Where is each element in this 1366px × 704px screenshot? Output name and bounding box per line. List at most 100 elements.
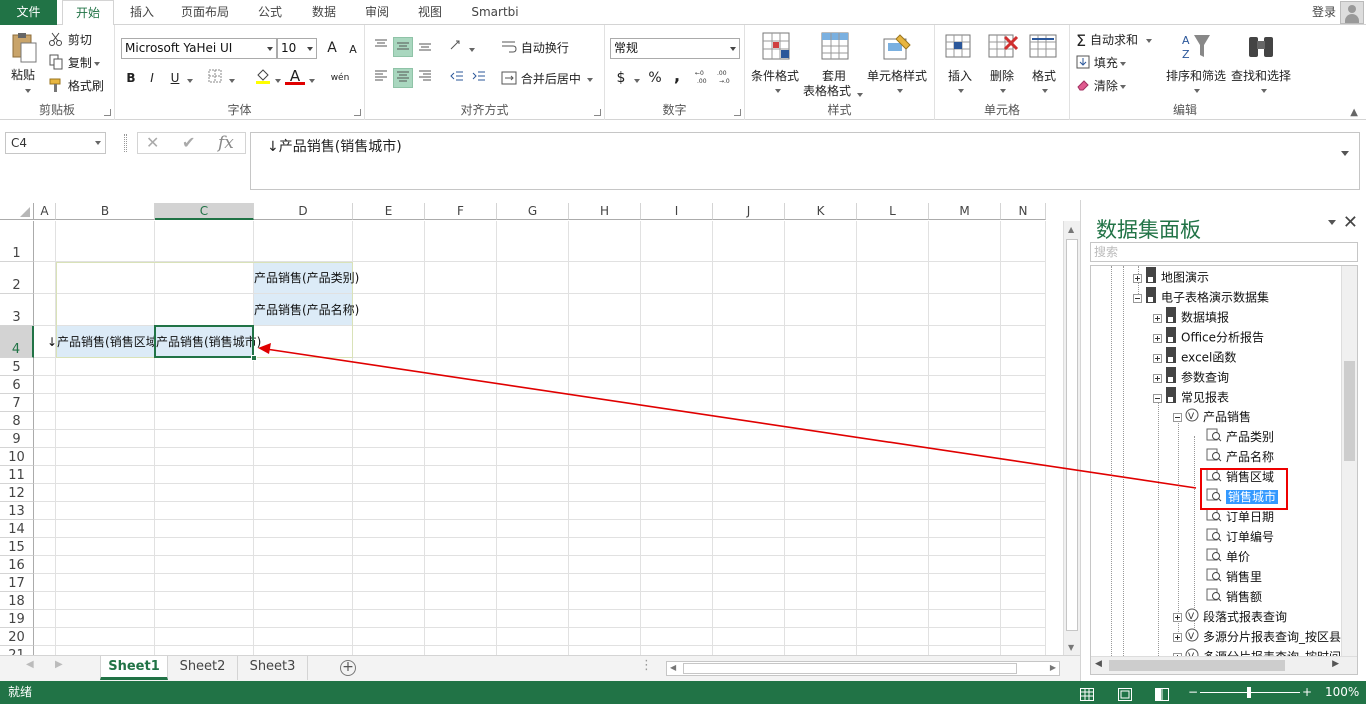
- row-header-10[interactable]: 10: [0, 448, 34, 466]
- tree-folder[interactable]: 参数查询: [1153, 367, 1229, 387]
- cell-styles-icon[interactable]: [882, 31, 914, 63]
- row-header-14[interactable]: 14: [0, 520, 34, 538]
- fill-color-button[interactable]: [253, 68, 273, 88]
- tab-file[interactable]: 文件: [0, 0, 57, 25]
- zoom-out-button[interactable]: −: [1188, 681, 1198, 704]
- column-header-f[interactable]: F: [425, 203, 497, 220]
- align-middle-button[interactable]: [393, 37, 413, 57]
- column-header-n[interactable]: N: [1001, 203, 1046, 220]
- cell-b4[interactable]: ↓产品销售(销售区域: [47, 334, 155, 350]
- tree-field[interactable]: 单价: [1206, 547, 1250, 567]
- tree-hscroll-thumb[interactable]: [1109, 660, 1285, 671]
- number-launcher[interactable]: [734, 109, 741, 116]
- row-header-12[interactable]: 12: [0, 484, 34, 502]
- login-link[interactable]: 登录: [1312, 0, 1336, 25]
- row-header-2[interactable]: 2: [0, 262, 34, 294]
- cell-d3[interactable]: 产品销售(产品名称): [254, 302, 359, 318]
- tree-field[interactable]: 订单编号: [1206, 527, 1274, 547]
- tab-data[interactable]: 数据: [302, 0, 346, 25]
- tree-field[interactable]: 产品名称: [1206, 447, 1274, 467]
- currency-button[interactable]: $: [611, 68, 631, 88]
- column-header-b[interactable]: B: [56, 203, 155, 220]
- fill-button[interactable]: 填充: [1076, 54, 1126, 72]
- tab-insert[interactable]: 插入: [120, 0, 164, 25]
- tab-view[interactable]: 视图: [408, 0, 452, 25]
- tree-folder[interactable]: 电子表格演示数据集: [1133, 287, 1269, 307]
- clipboard-launcher[interactable]: [104, 109, 111, 116]
- panel-close-icon[interactable]: ✕: [1343, 212, 1358, 233]
- vertical-scroll-thumb[interactable]: [1066, 239, 1078, 631]
- tab-review[interactable]: 审阅: [355, 0, 399, 25]
- tree-folder[interactable]: Office分析报告: [1153, 327, 1264, 347]
- column-header-d[interactable]: D: [254, 203, 353, 220]
- row-header-8[interactable]: 8: [0, 412, 34, 430]
- horizontal-scrollbar[interactable]: ◀ ▶: [666, 661, 1060, 676]
- font-name-select[interactable]: Microsoft YaHei UI: [121, 38, 277, 59]
- align-center-button[interactable]: [393, 68, 413, 88]
- row-header-18[interactable]: 18: [0, 592, 34, 610]
- orientation-button[interactable]: [447, 37, 467, 57]
- row-header-6[interactable]: 6: [0, 376, 34, 394]
- panel-options-icon[interactable]: [1328, 220, 1336, 225]
- font-size-select[interactable]: 10: [277, 38, 317, 59]
- column-header-k[interactable]: K: [785, 203, 857, 220]
- collapse-icon[interactable]: [1133, 293, 1142, 303]
- column-header-l[interactable]: L: [857, 203, 929, 220]
- sheet-tab-1[interactable]: Sheet1: [100, 656, 168, 680]
- tree-horizontal-scrollbar[interactable]: ◀ ▶: [1091, 656, 1357, 674]
- comma-button[interactable]: ,: [667, 66, 687, 86]
- row-header-1[interactable]: 1: [0, 221, 34, 262]
- format-cells-button[interactable]: 格式: [1032, 67, 1056, 84]
- tree-dataset[interactable]: V 段落式报表查询: [1173, 607, 1287, 627]
- add-sheet-button[interactable]: +: [340, 660, 356, 676]
- tab-formulas[interactable]: 公式: [248, 0, 292, 25]
- select-all-corner[interactable]: [0, 203, 34, 220]
- align-bottom-button[interactable]: [415, 37, 435, 57]
- cell-styles-button[interactable]: 单元格样式: [867, 67, 927, 84]
- insert-cells-button[interactable]: 插入: [948, 67, 972, 84]
- collapse-icon[interactable]: [1153, 393, 1162, 403]
- percent-button[interactable]: %: [645, 68, 665, 88]
- row-header-16[interactable]: 16: [0, 556, 34, 574]
- alignment-launcher[interactable]: [594, 109, 601, 116]
- find-select-button[interactable]: 查找和选择: [1231, 67, 1291, 84]
- format-painter-button[interactable]: 格式刷: [48, 77, 104, 96]
- tree-vertical-scrollbar[interactable]: [1341, 266, 1357, 656]
- clear-button[interactable]: 清除: [1076, 77, 1126, 95]
- sheet-tab-3[interactable]: Sheet3: [238, 656, 308, 680]
- conditional-format-button[interactable]: 条件格式: [751, 67, 799, 84]
- row-header-11[interactable]: 11: [0, 466, 34, 484]
- row-header-17[interactable]: 17: [0, 574, 34, 592]
- tree-field[interactable]: 销售额: [1206, 587, 1262, 607]
- cancel-icon[interactable]: ✕: [146, 133, 159, 153]
- expand-formula-icon[interactable]: [1341, 151, 1349, 156]
- copy-button[interactable]: 复制: [48, 54, 100, 73]
- expand-icon[interactable]: [1173, 613, 1182, 622]
- sort-filter-button[interactable]: 排序和筛选: [1166, 67, 1226, 84]
- vertical-scrollbar[interactable]: ▲ ▼: [1063, 221, 1080, 655]
- name-box[interactable]: C4: [5, 132, 106, 154]
- spreadsheet-grid[interactable]: ABCDEFGHIJKLMN 1 2 3 4 5 6 7 8 9 10 11 12 13 14 15 16 17…: [0, 200, 1080, 655]
- conditional-format-icon[interactable]: [761, 31, 793, 63]
- tab-home[interactable]: 开始: [62, 0, 114, 26]
- active-cell-selection[interactable]: [154, 325, 254, 358]
- tree-dataset[interactable]: V 产品销售: [1173, 407, 1251, 427]
- bold-button[interactable]: B: [121, 68, 141, 88]
- row-header-13[interactable]: 13: [0, 502, 34, 520]
- tree-field[interactable]: 订单日期: [1206, 507, 1274, 527]
- row-header-5[interactable]: 5: [0, 358, 34, 376]
- tree-field[interactable]: 销售里: [1206, 567, 1262, 587]
- number-format-select[interactable]: 常规: [610, 38, 740, 59]
- tree-scroll-thumb[interactable]: [1344, 361, 1355, 461]
- column-header-m[interactable]: M: [929, 203, 1001, 220]
- decrease-decimal-button[interactable]: .00 →.0: [717, 68, 737, 88]
- expand-icon[interactable]: [1153, 333, 1162, 343]
- column-header-i[interactable]: I: [641, 203, 713, 220]
- increase-indent-button[interactable]: [469, 68, 489, 88]
- tree-dataset[interactable]: V 多源分片报表查询_按区县: [1173, 627, 1341, 647]
- font-color-button[interactable]: A: [285, 66, 305, 85]
- decrease-indent-button[interactable]: [447, 68, 467, 88]
- tree-folder[interactable]: 常见报表: [1153, 387, 1229, 407]
- tab-smartbi[interactable]: Smartbi: [462, 0, 528, 25]
- collapse-ribbon-icon[interactable]: ▲: [1350, 107, 1358, 118]
